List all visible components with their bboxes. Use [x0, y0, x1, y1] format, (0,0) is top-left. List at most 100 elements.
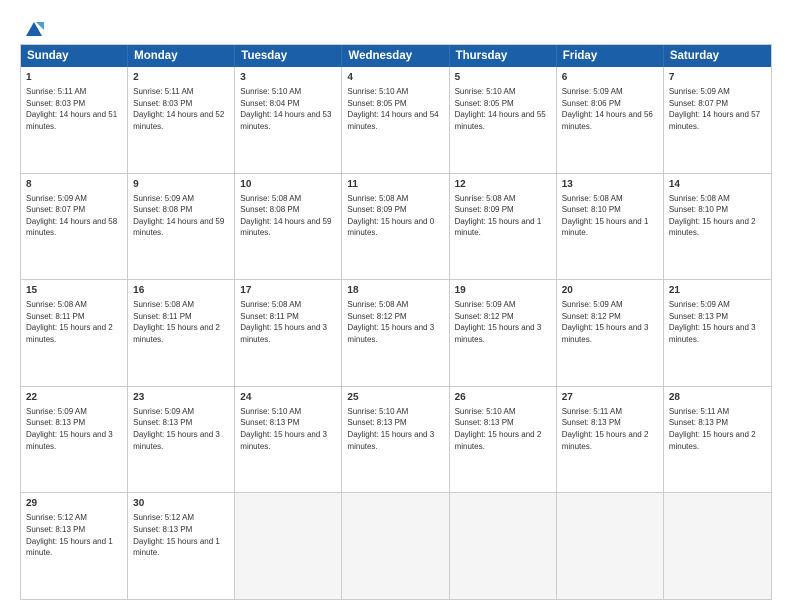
day-number: 30: [133, 497, 229, 511]
cell-info: Sunrise: 5:09 AMSunset: 8:08 PMDaylight:…: [133, 193, 229, 239]
day-number: 7: [669, 71, 766, 85]
cell-info: Sunrise: 5:12 AMSunset: 8:13 PMDaylight:…: [133, 512, 229, 558]
cell-info: Sunrise: 5:11 AMSunset: 8:03 PMDaylight:…: [133, 86, 229, 132]
day-number: 29: [26, 497, 122, 511]
calendar-cell: [342, 493, 449, 599]
day-number: 9: [133, 178, 229, 192]
cell-info: Sunrise: 5:09 AMSunset: 8:12 PMDaylight:…: [562, 299, 658, 345]
calendar-cell: 8Sunrise: 5:09 AMSunset: 8:07 PMDaylight…: [21, 174, 128, 280]
day-number: 20: [562, 284, 658, 298]
cell-info: Sunrise: 5:08 AMSunset: 8:09 PMDaylight:…: [347, 193, 443, 239]
day-number: 11: [347, 178, 443, 192]
cell-info: Sunrise: 5:10 AMSunset: 8:05 PMDaylight:…: [347, 86, 443, 132]
calendar-cell: 26Sunrise: 5:10 AMSunset: 8:13 PMDayligh…: [450, 387, 557, 493]
calendar-cell: 13Sunrise: 5:08 AMSunset: 8:10 PMDayligh…: [557, 174, 664, 280]
day-number: 3: [240, 71, 336, 85]
cal-header-day: Sunday: [21, 45, 128, 67]
cell-info: Sunrise: 5:11 AMSunset: 8:13 PMDaylight:…: [562, 406, 658, 452]
day-number: 24: [240, 391, 336, 405]
day-number: 25: [347, 391, 443, 405]
calendar-cell: 12Sunrise: 5:08 AMSunset: 8:09 PMDayligh…: [450, 174, 557, 280]
calendar-cell: 25Sunrise: 5:10 AMSunset: 8:13 PMDayligh…: [342, 387, 449, 493]
cell-info: Sunrise: 5:08 AMSunset: 8:11 PMDaylight:…: [26, 299, 122, 345]
cell-info: Sunrise: 5:09 AMSunset: 8:12 PMDaylight:…: [455, 299, 551, 345]
cell-info: Sunrise: 5:09 AMSunset: 8:13 PMDaylight:…: [26, 406, 122, 452]
day-number: 18: [347, 284, 443, 298]
calendar-cell: [664, 493, 771, 599]
calendar-cell: 27Sunrise: 5:11 AMSunset: 8:13 PMDayligh…: [557, 387, 664, 493]
day-number: 15: [26, 284, 122, 298]
page: SundayMondayTuesdayWednesdayThursdayFrid…: [0, 0, 792, 612]
calendar-cell: 4Sunrise: 5:10 AMSunset: 8:05 PMDaylight…: [342, 67, 449, 173]
calendar-cell: [235, 493, 342, 599]
day-number: 1: [26, 71, 122, 85]
cal-header-day: Monday: [128, 45, 235, 67]
cell-info: Sunrise: 5:10 AMSunset: 8:13 PMDaylight:…: [455, 406, 551, 452]
cell-info: Sunrise: 5:10 AMSunset: 8:05 PMDaylight:…: [455, 86, 551, 132]
day-number: 22: [26, 391, 122, 405]
calendar-body: 1Sunrise: 5:11 AMSunset: 8:03 PMDaylight…: [21, 67, 771, 599]
calendar-cell: 18Sunrise: 5:08 AMSunset: 8:12 PMDayligh…: [342, 280, 449, 386]
day-number: 19: [455, 284, 551, 298]
cell-info: Sunrise: 5:08 AMSunset: 8:10 PMDaylight:…: [669, 193, 766, 239]
day-number: 5: [455, 71, 551, 85]
day-number: 6: [562, 71, 658, 85]
cell-info: Sunrise: 5:12 AMSunset: 8:13 PMDaylight:…: [26, 512, 122, 558]
calendar-cell: 7Sunrise: 5:09 AMSunset: 8:07 PMDaylight…: [664, 67, 771, 173]
day-number: 2: [133, 71, 229, 85]
cal-header-day: Saturday: [664, 45, 771, 67]
calendar-cell: 11Sunrise: 5:08 AMSunset: 8:09 PMDayligh…: [342, 174, 449, 280]
cell-info: Sunrise: 5:11 AMSunset: 8:03 PMDaylight:…: [26, 86, 122, 132]
day-number: 14: [669, 178, 766, 192]
calendar-cell: 9Sunrise: 5:09 AMSunset: 8:08 PMDaylight…: [128, 174, 235, 280]
calendar-cell: 24Sunrise: 5:10 AMSunset: 8:13 PMDayligh…: [235, 387, 342, 493]
day-number: 13: [562, 178, 658, 192]
calendar-week-row: 29Sunrise: 5:12 AMSunset: 8:13 PMDayligh…: [21, 493, 771, 599]
calendar-cell: 29Sunrise: 5:12 AMSunset: 8:13 PMDayligh…: [21, 493, 128, 599]
cell-info: Sunrise: 5:08 AMSunset: 8:11 PMDaylight:…: [240, 299, 336, 345]
calendar-cell: [557, 493, 664, 599]
calendar-cell: 3Sunrise: 5:10 AMSunset: 8:04 PMDaylight…: [235, 67, 342, 173]
calendar: SundayMondayTuesdayWednesdayThursdayFrid…: [20, 44, 772, 600]
day-number: 27: [562, 391, 658, 405]
calendar-cell: 19Sunrise: 5:09 AMSunset: 8:12 PMDayligh…: [450, 280, 557, 386]
cell-info: Sunrise: 5:10 AMSunset: 8:04 PMDaylight:…: [240, 86, 336, 132]
cal-header-day: Thursday: [450, 45, 557, 67]
day-number: 12: [455, 178, 551, 192]
cell-info: Sunrise: 5:10 AMSunset: 8:13 PMDaylight:…: [240, 406, 336, 452]
cell-info: Sunrise: 5:08 AMSunset: 8:10 PMDaylight:…: [562, 193, 658, 239]
calendar-cell: 23Sunrise: 5:09 AMSunset: 8:13 PMDayligh…: [128, 387, 235, 493]
calendar-cell: [450, 493, 557, 599]
calendar-cell: 16Sunrise: 5:08 AMSunset: 8:11 PMDayligh…: [128, 280, 235, 386]
cell-info: Sunrise: 5:08 AMSunset: 8:08 PMDaylight:…: [240, 193, 336, 239]
day-number: 8: [26, 178, 122, 192]
cell-info: Sunrise: 5:08 AMSunset: 8:11 PMDaylight:…: [133, 299, 229, 345]
cal-header-day: Tuesday: [235, 45, 342, 67]
calendar-cell: 14Sunrise: 5:08 AMSunset: 8:10 PMDayligh…: [664, 174, 771, 280]
calendar-cell: 20Sunrise: 5:09 AMSunset: 8:12 PMDayligh…: [557, 280, 664, 386]
header: [20, 18, 772, 36]
calendar-week-row: 1Sunrise: 5:11 AMSunset: 8:03 PMDaylight…: [21, 67, 771, 174]
calendar-cell: 1Sunrise: 5:11 AMSunset: 8:03 PMDaylight…: [21, 67, 128, 173]
cell-info: Sunrise: 5:08 AMSunset: 8:09 PMDaylight:…: [455, 193, 551, 239]
day-number: 23: [133, 391, 229, 405]
day-number: 17: [240, 284, 336, 298]
cell-info: Sunrise: 5:10 AMSunset: 8:13 PMDaylight:…: [347, 406, 443, 452]
cal-header-day: Wednesday: [342, 45, 449, 67]
day-number: 4: [347, 71, 443, 85]
calendar-header: SundayMondayTuesdayWednesdayThursdayFrid…: [21, 45, 771, 67]
cell-info: Sunrise: 5:09 AMSunset: 8:13 PMDaylight:…: [133, 406, 229, 452]
day-number: 28: [669, 391, 766, 405]
calendar-cell: 21Sunrise: 5:09 AMSunset: 8:13 PMDayligh…: [664, 280, 771, 386]
day-number: 10: [240, 178, 336, 192]
calendar-cell: 10Sunrise: 5:08 AMSunset: 8:08 PMDayligh…: [235, 174, 342, 280]
calendar-cell: 5Sunrise: 5:10 AMSunset: 8:05 PMDaylight…: [450, 67, 557, 173]
cell-info: Sunrise: 5:08 AMSunset: 8:12 PMDaylight:…: [347, 299, 443, 345]
calendar-cell: 6Sunrise: 5:09 AMSunset: 8:06 PMDaylight…: [557, 67, 664, 173]
day-number: 26: [455, 391, 551, 405]
cell-info: Sunrise: 5:09 AMSunset: 8:07 PMDaylight:…: [669, 86, 766, 132]
calendar-cell: 2Sunrise: 5:11 AMSunset: 8:03 PMDaylight…: [128, 67, 235, 173]
calendar-week-row: 15Sunrise: 5:08 AMSunset: 8:11 PMDayligh…: [21, 280, 771, 387]
cell-info: Sunrise: 5:09 AMSunset: 8:06 PMDaylight:…: [562, 86, 658, 132]
cell-info: Sunrise: 5:11 AMSunset: 8:13 PMDaylight:…: [669, 406, 766, 452]
